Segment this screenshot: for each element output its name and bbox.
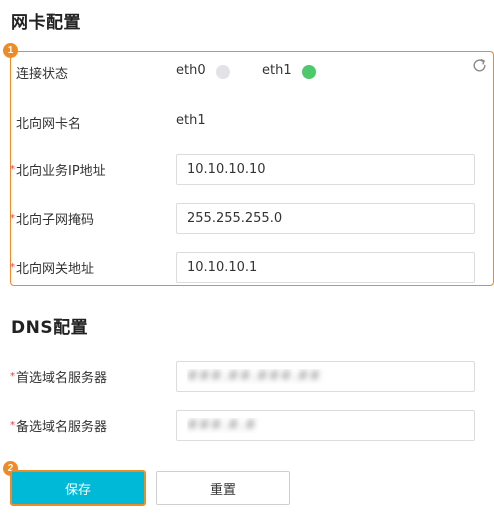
refresh-icon[interactable] xyxy=(471,57,488,74)
subnet-mask-input[interactable] xyxy=(176,203,475,234)
interface-eth1-label: eth1 xyxy=(262,63,292,78)
nic-name-label: 北向网卡名 xyxy=(16,117,82,132)
alternate-dns-label: 备选域名服务器 xyxy=(16,420,108,435)
service-ip-input[interactable] xyxy=(176,154,475,185)
network-config-page: 网卡配置 1 连接状态 eth0 eth1 北向网卡名 eth1 * 北向业务I… xyxy=(0,0,494,517)
step-badge-1: 1 xyxy=(3,43,18,58)
required-star: * xyxy=(10,164,15,175)
required-star: * xyxy=(10,213,15,224)
service-ip-label: 北向业务IP地址 xyxy=(16,164,106,179)
preferred-dns-label: 首选域名服务器 xyxy=(16,371,108,386)
status-dot-eth0 xyxy=(216,65,230,79)
save-button[interactable]: 保存 xyxy=(10,470,146,506)
interface-eth0-label: eth0 xyxy=(176,63,206,78)
gateway-label: 北向网关地址 xyxy=(16,262,95,277)
required-star: * xyxy=(10,262,15,273)
nic-config-title: 网卡配置 xyxy=(11,13,81,33)
required-star: * xyxy=(10,420,15,431)
nic-name-value: eth1 xyxy=(176,113,206,128)
reset-button[interactable]: 重置 xyxy=(156,471,290,505)
subnet-mask-label: 北向子网掩码 xyxy=(16,213,95,228)
dns-config-title: DNS配置 xyxy=(11,318,89,338)
required-star: * xyxy=(10,371,15,382)
preferred-dns-input[interactable] xyxy=(176,361,475,392)
connection-status-label: 连接状态 xyxy=(16,67,69,82)
gateway-input[interactable] xyxy=(176,252,475,283)
status-dot-eth1 xyxy=(302,65,316,79)
alternate-dns-input[interactable] xyxy=(176,410,475,441)
